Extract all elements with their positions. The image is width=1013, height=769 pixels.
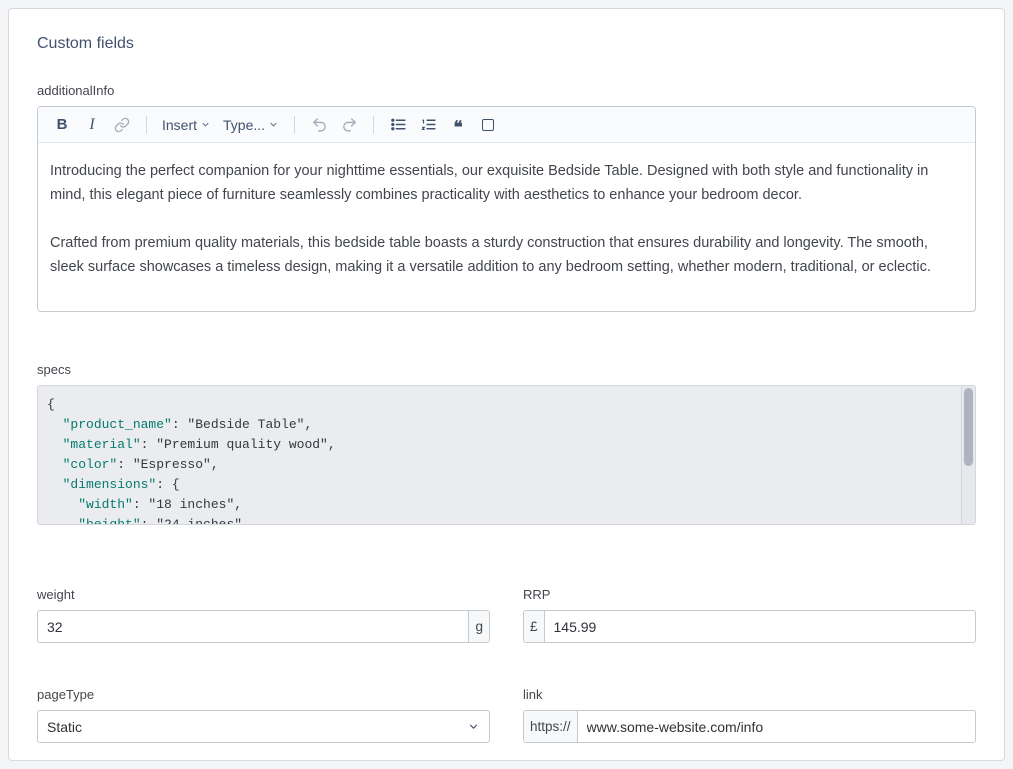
- code-line: "width": "18 inches",: [47, 495, 953, 515]
- page-type-select[interactable]: Static: [37, 710, 490, 743]
- editor-toolbar: B I Insert Type...: [38, 107, 975, 143]
- toolbar-divider: [373, 116, 374, 134]
- specs-scrollbar[interactable]: [961, 386, 975, 524]
- redo-icon[interactable]: [335, 111, 363, 139]
- code-lines: { "product_name": "Bedside Table", "mate…: [47, 395, 953, 525]
- ordered-list-icon[interactable]: [414, 111, 442, 139]
- code-line: "product_name": "Bedside Table",: [47, 415, 953, 435]
- editor-paragraph: Crafted from premium quality materials, …: [50, 231, 963, 279]
- layout-icon[interactable]: [474, 111, 502, 139]
- type-dropdown[interactable]: Type...: [218, 111, 284, 139]
- code-line: "color": "Espresso",: [47, 455, 953, 475]
- code-line: {: [47, 395, 953, 415]
- custom-fields-card: Custom fields additionalInfo B I Insert: [8, 8, 1005, 761]
- editor-content-area[interactable]: Introducing the perfect companion for yo…: [38, 143, 975, 311]
- toolbar-divider: [294, 116, 295, 134]
- additional-info-field: additionalInfo B I Insert Type...: [37, 83, 976, 312]
- code-line: "dimensions": {: [47, 475, 953, 495]
- weight-unit-suffix: g: [468, 611, 489, 642]
- toolbar-divider: [146, 116, 147, 134]
- bullet-list-icon[interactable]: [384, 111, 412, 139]
- type-dropdown-label: Type...: [223, 117, 265, 133]
- code-line: "height": "24 inches",: [47, 515, 953, 525]
- link-input[interactable]: [578, 711, 975, 742]
- weight-input-wrap: g: [37, 610, 490, 643]
- additional-info-label: additionalInfo: [37, 83, 976, 98]
- page-title: Custom fields: [37, 35, 976, 53]
- editor-paragraph: Introducing the perfect companion for yo…: [50, 159, 963, 207]
- chevron-down-icon: [467, 720, 480, 733]
- chevron-down-icon: [268, 119, 279, 130]
- link-protocol-prefix: https://: [524, 711, 578, 742]
- page-type-selected-value: Static: [47, 719, 82, 735]
- scrollbar-thumb[interactable]: [964, 388, 973, 466]
- link-input-wrap: https://: [523, 710, 976, 743]
- blockquote-icon[interactable]: ❝: [444, 111, 472, 139]
- specs-code-editor[interactable]: { "product_name": "Bedside Table", "mate…: [37, 385, 976, 525]
- chevron-down-icon: [200, 119, 211, 130]
- rrp-currency-prefix: £: [524, 611, 545, 642]
- weight-input[interactable]: [38, 611, 468, 642]
- rrp-label: RRP: [523, 587, 976, 602]
- rich-text-editor: B I Insert Type...: [37, 106, 976, 312]
- weight-rrp-row: weight g RRP £: [37, 587, 976, 643]
- specs-label: specs: [37, 362, 976, 377]
- link-icon[interactable]: [108, 111, 136, 139]
- rrp-input[interactable]: [545, 611, 975, 642]
- rrp-input-wrap: £: [523, 610, 976, 643]
- pagetype-link-row: pageType Static link https://: [37, 687, 976, 743]
- quote-glyph: ❝: [453, 113, 462, 136]
- page-type-label: pageType: [37, 687, 490, 702]
- undo-icon[interactable]: [305, 111, 333, 139]
- link-label: link: [523, 687, 976, 702]
- specs-field: specs { "product_name": "Bedside Table",…: [37, 362, 976, 525]
- insert-dropdown-label: Insert: [162, 117, 197, 133]
- italic-button[interactable]: I: [78, 111, 106, 139]
- insert-dropdown[interactable]: Insert: [157, 111, 216, 139]
- weight-label: weight: [37, 587, 490, 602]
- code-line: "material": "Premium quality wood",: [47, 435, 953, 455]
- bold-button[interactable]: B: [48, 111, 76, 139]
